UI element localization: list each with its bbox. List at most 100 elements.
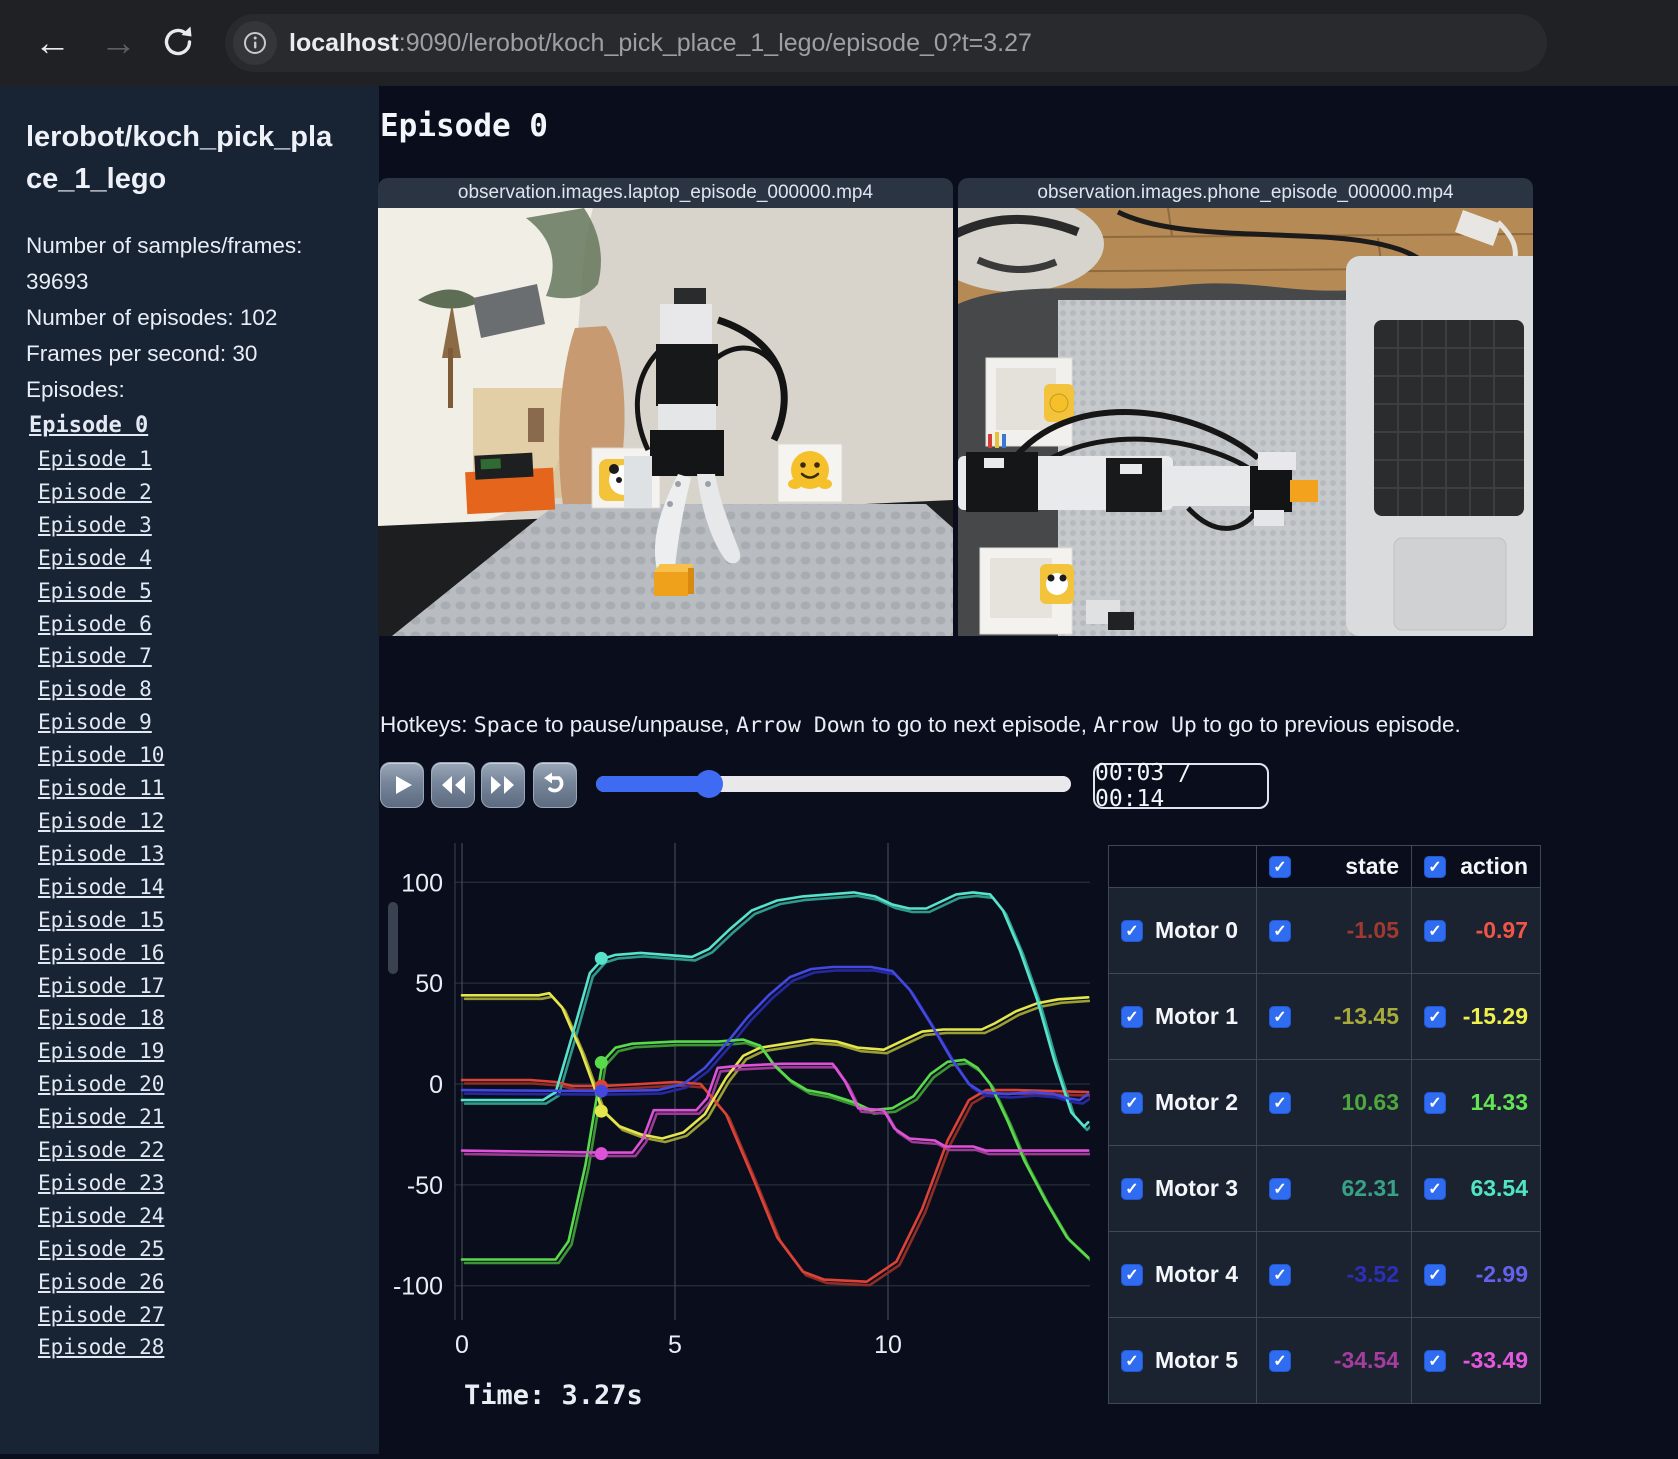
- checkbox[interactable]: ✓: [1269, 1263, 1291, 1286]
- video-frame-laptop-camera: [378, 208, 953, 636]
- sidebar-episode-link-18[interactable]: Episode 18: [38, 1002, 379, 1035]
- motor-chart[interactable]: 100 50 0 -50 -100 0 5 10 Time: 3.27s: [380, 812, 1092, 1454]
- sidebar-episode-link-25[interactable]: Episode 25: [38, 1233, 379, 1266]
- play-icon: [396, 776, 412, 794]
- motor-row-label-2: ✓ Motor 2: [1109, 1060, 1257, 1146]
- rewind-icon: [442, 776, 465, 794]
- seek-slider-fill: [596, 776, 710, 792]
- sidebar: lerobot/koch_pick_place_1_lego Number of…: [0, 86, 379, 1454]
- motor-row-label-4: ✓ Motor 4: [1109, 1232, 1257, 1318]
- sidebar-episode-link-20[interactable]: Episode 20: [38, 1068, 379, 1101]
- motor-row-state-0: ✓ -1.05: [1257, 888, 1412, 974]
- sidebar-episode-link-3[interactable]: Episode 3: [38, 509, 379, 542]
- motor-row-state-3: ✓ 62.31: [1257, 1146, 1412, 1232]
- checkbox[interactable]: ✓: [1269, 855, 1291, 878]
- fast-forward-icon: [491, 776, 514, 794]
- checkbox[interactable]: ✓: [1269, 1349, 1291, 1372]
- sidebar-episode-link-21[interactable]: Episode 21: [38, 1101, 379, 1134]
- back-icon[interactable]: ←: [34, 18, 71, 68]
- checkbox[interactable]: ✓: [1269, 1091, 1291, 1114]
- checkbox[interactable]: ✓: [1121, 1349, 1143, 1372]
- checkbox[interactable]: ✓: [1424, 1005, 1446, 1028]
- motor-row-label-1: ✓ Motor 1: [1109, 974, 1257, 1060]
- hotkey-arrow-down: Arrow Down: [736, 713, 866, 738]
- motor-row-state-4: ✓ -3.52: [1257, 1232, 1412, 1318]
- sidebar-episode-link-17[interactable]: Episode 17: [38, 970, 379, 1003]
- sidebar-episode-link-15[interactable]: Episode 15: [38, 904, 379, 937]
- motor-row-state-1: ✓ -13.45: [1257, 974, 1412, 1060]
- hotkeys-help: Hotkeys: Space to pause/unpause, Arrow D…: [380, 712, 1461, 738]
- sidebar-episode-link-28[interactable]: Episode 28: [38, 1331, 379, 1364]
- checkbox[interactable]: ✓: [1121, 1177, 1143, 1200]
- fast-forward-button[interactable]: [481, 762, 525, 808]
- sidebar-episode-link-24[interactable]: Episode 24: [38, 1200, 379, 1233]
- sidebar-episode-link-6[interactable]: Episode 6: [38, 608, 379, 641]
- sidebar-episode-link-9[interactable]: Episode 9: [38, 706, 379, 739]
- checkbox[interactable]: ✓: [1269, 919, 1291, 942]
- checkbox[interactable]: ✓: [1269, 1177, 1291, 1200]
- sidebar-episode-link-13[interactable]: Episode 13: [38, 838, 379, 871]
- table-header-state: ✓ state: [1257, 846, 1412, 888]
- svg-text:Time: 3.27s: Time: 3.27s: [464, 1380, 643, 1411]
- svg-text:10: 10: [874, 1331, 902, 1359]
- sidebar-episode-link-23[interactable]: Episode 23: [38, 1167, 379, 1200]
- sidebar-episode-link-10[interactable]: Episode 10: [38, 739, 379, 772]
- sidebar-episode-link-11[interactable]: Episode 11: [38, 772, 379, 805]
- checkbox[interactable]: ✓: [1424, 1263, 1446, 1286]
- svg-text:-100: -100: [393, 1273, 443, 1301]
- motor-row-action-2: ✓ 14.33: [1412, 1060, 1541, 1146]
- svg-text:50: 50: [415, 970, 443, 998]
- sidebar-episode-link-5[interactable]: Episode 5: [38, 575, 379, 608]
- sidebar-episode-link-1[interactable]: Episode 1: [38, 443, 379, 476]
- sidebar-episode-link-7[interactable]: Episode 7: [38, 640, 379, 673]
- sidebar-episode-link-26[interactable]: Episode 26: [38, 1266, 379, 1299]
- rewind-button[interactable]: [431, 762, 475, 808]
- loop-button[interactable]: [533, 762, 577, 808]
- motor-row-action-4: ✓ -2.99: [1412, 1232, 1541, 1318]
- checkbox[interactable]: ✓: [1424, 1349, 1446, 1372]
- sidebar-episode-link-16[interactable]: Episode 16: [38, 937, 379, 970]
- url-text[interactable]: localhost:9090/lerobot/koch_pick_place_1…: [289, 14, 1032, 72]
- seek-slider-thumb[interactable]: [695, 770, 724, 798]
- checkbox[interactable]: ✓: [1121, 1263, 1143, 1286]
- stat-fps: Frames per second: 30: [26, 341, 258, 367]
- page-title: Episode 0: [380, 108, 548, 144]
- sidebar-episode-link-19[interactable]: Episode 19: [38, 1035, 379, 1068]
- seek-slider[interactable]: [596, 770, 1071, 798]
- sidebar-episode-link-14[interactable]: Episode 14: [38, 871, 379, 904]
- sidebar-episode-link-8[interactable]: Episode 8: [38, 673, 379, 706]
- sidebar-episode-link-0[interactable]: Episode 0: [29, 410, 379, 443]
- checkbox[interactable]: ✓: [1424, 919, 1446, 942]
- reload-icon[interactable]: [160, 24, 196, 60]
- forward-icon[interactable]: →: [100, 18, 137, 68]
- checkbox[interactable]: ✓: [1424, 1177, 1446, 1200]
- url-bar[interactable]: localhost:9090/lerobot/koch_pick_place_1…: [225, 14, 1547, 72]
- checkbox[interactable]: ✓: [1424, 855, 1446, 878]
- sidebar-episode-link-22[interactable]: Episode 22: [38, 1134, 379, 1167]
- motor-table: ✓ state ✓ action ✓ Motor 0 ✓ -1.05 ✓ -0.97 ✓ Motor …: [1108, 845, 1541, 1404]
- checkbox[interactable]: ✓: [1121, 919, 1143, 942]
- sidebar-episode-link-2[interactable]: Episode 2: [38, 476, 379, 509]
- table-header-empty: [1109, 846, 1257, 888]
- browser-chrome: ← → localhost:9090/lerobot/koch_pick_pla…: [0, 0, 1678, 86]
- svg-text:5: 5: [668, 1331, 682, 1359]
- stat-samples: Number of samples/frames: 39693: [26, 233, 303, 295]
- checkbox[interactable]: ✓: [1121, 1091, 1143, 1114]
- info-icon[interactable]: [243, 31, 267, 55]
- checkbox[interactable]: ✓: [1424, 1091, 1446, 1114]
- sidebar-episode-link-12[interactable]: Episode 12: [38, 805, 379, 838]
- motor-row-action-1: ✓ -15.29: [1412, 974, 1541, 1060]
- video-title-phone: observation.images.phone_episode_000000.…: [958, 178, 1533, 208]
- sidebar-episode-link-4[interactable]: Episode 4: [38, 542, 379, 575]
- video-frame-phone-camera: [958, 208, 1533, 636]
- loop-icon: [544, 772, 564, 793]
- sidebar-episode-link-27[interactable]: Episode 27: [38, 1299, 379, 1332]
- motor-row-action-0: ✓ -0.97: [1412, 888, 1541, 974]
- motor-row-label-3: ✓ Motor 3: [1109, 1146, 1257, 1232]
- svg-text:0: 0: [455, 1331, 469, 1359]
- video-panel-phone[interactable]: observation.images.phone_episode_000000.…: [958, 178, 1533, 636]
- checkbox[interactable]: ✓: [1269, 1005, 1291, 1028]
- video-panel-laptop[interactable]: observation.images.laptop_episode_000000…: [378, 178, 953, 636]
- checkbox[interactable]: ✓: [1121, 1005, 1143, 1028]
- play-button[interactable]: [380, 762, 424, 808]
